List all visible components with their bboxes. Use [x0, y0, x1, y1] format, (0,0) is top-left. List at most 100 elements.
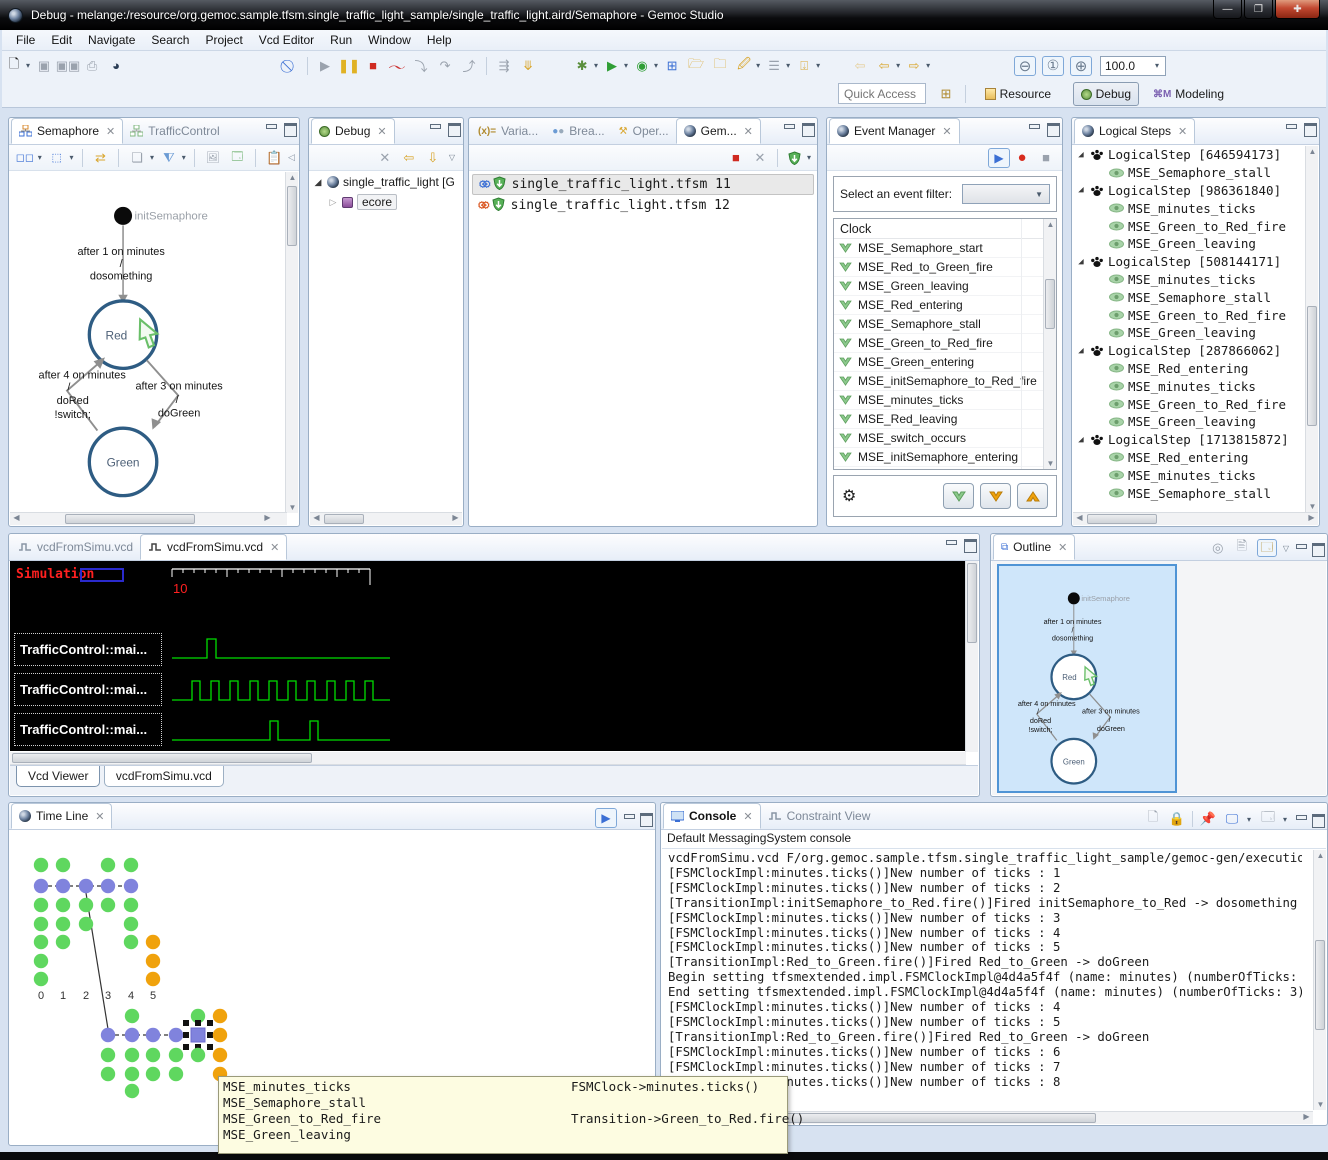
- clock-item[interactable]: MSE_switch_occurs: [834, 429, 1056, 448]
- selection-handle[interactable]: [183, 1020, 189, 1026]
- state-machine-diagram[interactable]: initSemaphoreafter 1 on minutes/dosometh…: [10, 172, 276, 502]
- clock-item[interactable]: MSE_Semaphore_start: [834, 239, 1056, 258]
- timeline-dot[interactable]: [124, 858, 138, 872]
- clock-item[interactable]: MSE_Green_leaving: [834, 277, 1056, 296]
- timeline-dot[interactable]: [169, 1067, 183, 1081]
- v-scrollbar[interactable]: [1045, 279, 1055, 329]
- timeline-dot[interactable]: [125, 1067, 139, 1081]
- clock-item[interactable]: MSE_initSemaphore_entering: [834, 448, 1056, 467]
- select-marquee-icon[interactable]: ⬚: [46, 147, 68, 169]
- task-list-icon[interactable]: ☰: [763, 55, 785, 77]
- timeline-dot[interactable]: [79, 879, 93, 893]
- skip-breakpoints-icon[interactable]: ⃠: [279, 55, 301, 77]
- menu-project[interactable]: Project: [197, 31, 250, 49]
- timeline-dot[interactable]: [34, 898, 48, 912]
- h-scrollbar[interactable]: [65, 514, 195, 524]
- collapse-toolbar-icon[interactable]: ◁: [288, 152, 295, 163]
- timeline-dot[interactable]: [34, 954, 48, 968]
- minimize-view-button[interactable]: [1285, 123, 1296, 133]
- step-filters-icon[interactable]: ⤋: [517, 55, 539, 77]
- dispose-engines-icon[interactable]: ✕: [749, 147, 771, 169]
- bottom-tab-vcdfromsimu[interactable]: vcdFromSimu.vcd: [104, 766, 224, 787]
- perspective-modeling[interactable]: ⌘M Modeling: [1146, 82, 1231, 106]
- perspective-debug[interactable]: Debug: [1073, 82, 1139, 106]
- tab-gemoc[interactable]: Gem...✕: [676, 118, 761, 144]
- mse-event-row[interactable]: MSE_minutes_ticks: [1073, 199, 1305, 217]
- close-icon[interactable]: ✕: [377, 125, 386, 138]
- mse-event-row[interactable]: MSE_Green_leaving: [1073, 413, 1305, 431]
- outline-thumbnail[interactable]: initSemaphoreafter 1 on minutes/dosometh…: [997, 564, 1177, 793]
- h-scrollbar[interactable]: [324, 514, 364, 524]
- timeline-dot[interactable]: [146, 972, 160, 986]
- zoom-out-icon[interactable]: ⊖: [1014, 56, 1036, 76]
- force-clock-up-button[interactable]: [1017, 483, 1048, 509]
- quick-access-input[interactable]: [838, 83, 926, 104]
- refresh-icon[interactable]: ⇄: [90, 147, 112, 169]
- timeline-dot[interactable]: [101, 1028, 115, 1042]
- copy-appearance-icon[interactable]: ❏: [126, 147, 148, 169]
- selection-handle[interactable]: [207, 1020, 213, 1026]
- engine-row[interactable]: ⚙⚙single_traffic_light.tfsm 11: [472, 174, 814, 195]
- maximize-view-button[interactable]: [1047, 123, 1058, 133]
- menu-navigate[interactable]: Navigate: [80, 31, 143, 49]
- minimize-button[interactable]: —: [1213, 0, 1242, 19]
- logical-step-row[interactable]: ◢LogicalStep [646594173]: [1073, 146, 1305, 164]
- clock-item[interactable]: MSE_Semaphore_stall: [834, 315, 1056, 334]
- debug-root-item[interactable]: single_traffic_light [G: [343, 175, 455, 189]
- menu-search[interactable]: Search: [143, 31, 197, 49]
- import-table-icon[interactable]: ⍗: [793, 55, 815, 77]
- timeline-dot[interactable]: [191, 1048, 205, 1062]
- minimize-view-button[interactable]: [945, 539, 956, 549]
- mse-event-row[interactable]: MSE_minutes_ticks: [1073, 377, 1305, 395]
- minimize-view-button[interactable]: [429, 123, 440, 133]
- mse-event-row[interactable]: MSE_Green_leaving: [1073, 324, 1305, 342]
- minimize-view-button[interactable]: [783, 123, 794, 133]
- clear-console-icon[interactable]: 🗋: [1145, 808, 1161, 830]
- force-clock-green-button[interactable]: [943, 483, 974, 509]
- maximize-view-button[interactable]: [1312, 814, 1323, 824]
- timeline-dot[interactable]: [101, 898, 115, 912]
- forward-icon[interactable]: ⇨: [903, 55, 925, 77]
- clock-item[interactable]: MSE_Red_leaving: [834, 410, 1056, 429]
- tab-trafficcontrol[interactable]: TrafficControl: [123, 118, 226, 144]
- minimize-view-button[interactable]: [1295, 543, 1306, 553]
- outline-thumbnail-icon[interactable]: 🗔: [1257, 539, 1277, 557]
- filter-icon[interactable]: ⧨: [158, 147, 180, 169]
- step-return-icon[interactable]: ⤴: [458, 55, 480, 77]
- timeline-dot[interactable]: [213, 1009, 227, 1023]
- save-all-icon[interactable]: ▣▣: [57, 55, 79, 77]
- timeline-dot[interactable]: [101, 879, 115, 893]
- menu-help[interactable]: Help: [419, 31, 460, 49]
- expander-icon[interactable]: ◢: [1076, 346, 1086, 356]
- vcd-signal-label[interactable]: TrafficControl::mai...: [14, 633, 162, 666]
- layout-icon[interactable]: ◻◻: [14, 147, 36, 169]
- mse-event-row[interactable]: MSE_Semaphore_stall: [1073, 164, 1305, 182]
- selection-handle[interactable]: [183, 1032, 189, 1038]
- mse-event-row[interactable]: MSE_minutes_ticks: [1073, 271, 1305, 289]
- timeline-dot[interactable]: [146, 1048, 160, 1062]
- timeline-dot[interactable]: [124, 879, 138, 893]
- timeline-dot[interactable]: [34, 972, 48, 986]
- menu-edit[interactable]: Edit: [43, 31, 80, 49]
- selection-handle[interactable]: [207, 1044, 213, 1050]
- clock-item[interactable]: MSE_Green_to_Red_fire: [834, 334, 1056, 353]
- scroll-lock-icon[interactable]: 🔒: [1169, 808, 1185, 830]
- timeline-dot[interactable]: [124, 898, 138, 912]
- new-gemoc-project-icon[interactable]: ⊞: [661, 55, 683, 77]
- close-icon[interactable]: ✕: [1178, 125, 1187, 138]
- show-previous-icon[interactable]: ⇦: [398, 147, 420, 169]
- timeline-dot[interactable]: [125, 1028, 139, 1042]
- engine-row[interactable]: ⚙⚙single_traffic_light.tfsm 12: [472, 195, 814, 216]
- modeling-sphere-icon[interactable]: ◕: [105, 55, 127, 77]
- suspend-icon[interactable]: ❚❚: [338, 55, 360, 77]
- timeline-dot[interactable]: [124, 935, 138, 949]
- timeline-dot[interactable]: [213, 1048, 227, 1062]
- view-menu-icon[interactable]: ▽: [449, 153, 455, 162]
- mse-event-row[interactable]: MSE_minutes_ticks: [1073, 466, 1305, 484]
- timeline-dot[interactable]: [79, 898, 93, 912]
- menu-file[interactable]: File: [8, 31, 43, 49]
- step-into-icon[interactable]: ⤵: [410, 55, 432, 77]
- close-icon[interactable]: ✕: [942, 125, 951, 138]
- menu-run[interactable]: Run: [322, 31, 360, 49]
- logical-step-row[interactable]: ◢LogicalStep [986361840]: [1073, 182, 1305, 200]
